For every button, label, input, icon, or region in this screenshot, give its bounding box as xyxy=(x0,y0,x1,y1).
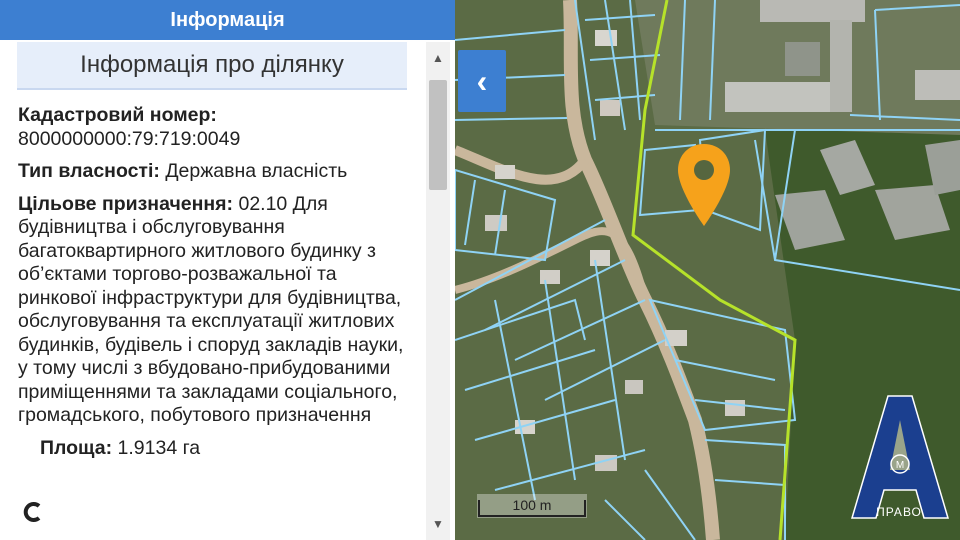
parcel-details: Кадастровий номер: 8000000000:79:719:004… xyxy=(18,104,418,469)
ownership-label: Тип власності: xyxy=(18,160,160,182)
panel-header: Інформація xyxy=(0,0,455,40)
scroll-up-arrow-icon[interactable]: ▲ xyxy=(426,48,450,68)
area-value: 1.9134 га xyxy=(117,436,201,459)
location-marker-icon[interactable] xyxy=(676,142,732,228)
ownership-value: Державна власність xyxy=(165,160,348,182)
section-title: Інформація про ділянку xyxy=(17,42,407,90)
cadastral-number-label: Кадастровий номер: xyxy=(18,104,217,126)
panel-scrollbar[interactable]: ▲ ▼ xyxy=(426,42,450,540)
ownership-row: Тип власності: Державна власність xyxy=(18,160,418,184)
scale-label: 100 m xyxy=(512,497,552,513)
purpose-row: Цільове призначення: 02.10 Для будівницт… xyxy=(18,193,418,428)
brand-text: ПРАВО xyxy=(876,505,922,519)
brand-logo: М xyxy=(850,395,950,519)
info-panel: Інформація Інформація про ділянку Кадаст… xyxy=(0,0,455,540)
area-label: Площа: xyxy=(40,436,113,459)
collapse-panel-button[interactable]: ‹ xyxy=(458,50,506,112)
copyright-c-icon xyxy=(20,498,48,526)
brand-mark: М xyxy=(896,460,904,471)
cadastral-number-row: Кадастровий номер: 8000000000:79:719:004… xyxy=(18,104,418,151)
purpose-value: 02.10 Для будівництва і обслуговування б… xyxy=(18,192,404,427)
scroll-thumb[interactable] xyxy=(429,80,447,190)
cadastral-number-value[interactable]: 8000000000:79:719:0049 xyxy=(18,128,240,150)
area-row: Площа: 1.9134 га xyxy=(18,437,418,461)
scroll-down-arrow-icon[interactable]: ▼ xyxy=(426,514,450,534)
purpose-label: Цільове призначення: xyxy=(18,192,234,215)
